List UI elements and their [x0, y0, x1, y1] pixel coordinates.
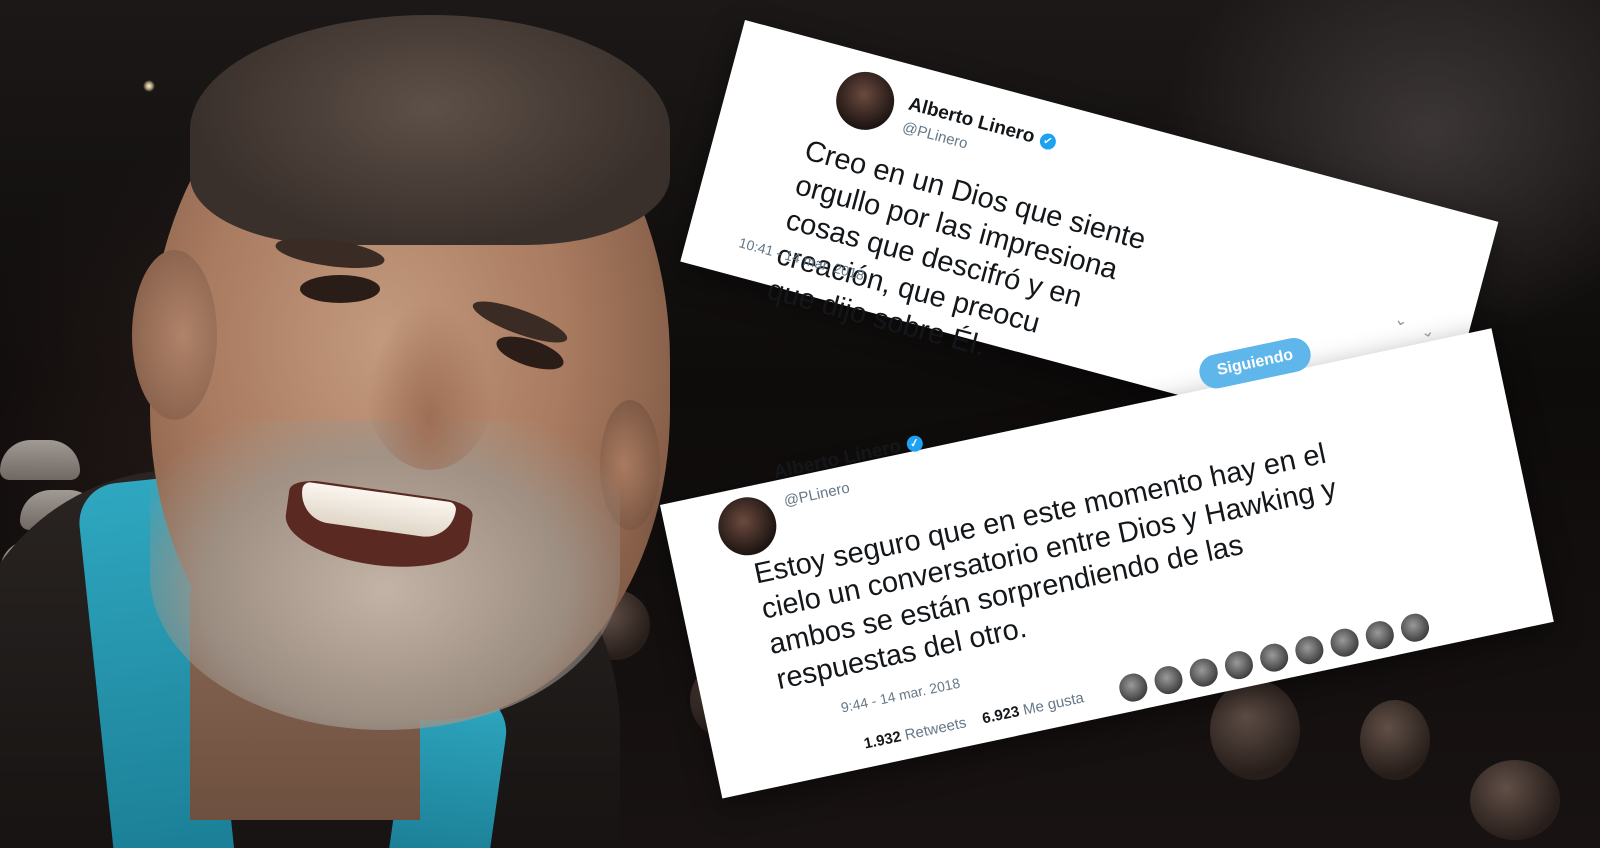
verified-badge-icon: ✓ — [905, 434, 925, 454]
audience-member — [1360, 700, 1430, 780]
liker-avatar[interactable] — [1185, 654, 1222, 691]
verified-badge-icon: ✓ — [1037, 131, 1058, 152]
smiling-man — [0, 0, 720, 848]
author-avatar — [712, 491, 782, 561]
liker-avatar[interactable] — [1397, 609, 1433, 646]
author-name: Alberto Linero ✓ — [906, 94, 1058, 155]
retweets-label[interactable]: Retweets — [903, 714, 968, 744]
likes-count: 6.923 — [980, 703, 1021, 728]
liker-avatar[interactable] — [1291, 632, 1328, 668]
nose — [365, 300, 495, 470]
author-handle: @PLinero — [782, 479, 852, 510]
author-avatar — [829, 65, 901, 137]
liker-avatar[interactable] — [1362, 617, 1398, 653]
retweets-count: 1.932 — [862, 728, 903, 753]
liker-avatar[interactable] — [1326, 624, 1363, 661]
hair — [190, 15, 670, 245]
liker-avatar[interactable] — [1115, 669, 1152, 706]
audience-member — [1210, 680, 1300, 780]
audience-member — [1470, 760, 1560, 840]
gray-beard — [150, 420, 620, 730]
liker-avatar[interactable] — [1256, 639, 1292, 676]
eye — [300, 275, 380, 303]
liker-avatar[interactable] — [1221, 647, 1257, 683]
ear — [132, 250, 217, 420]
chevron-down-icon[interactable]: ⌄ — [1392, 309, 1410, 332]
likes-label[interactable]: Me gusta — [1022, 689, 1086, 718]
liker-avatar[interactable] — [1150, 662, 1187, 698]
